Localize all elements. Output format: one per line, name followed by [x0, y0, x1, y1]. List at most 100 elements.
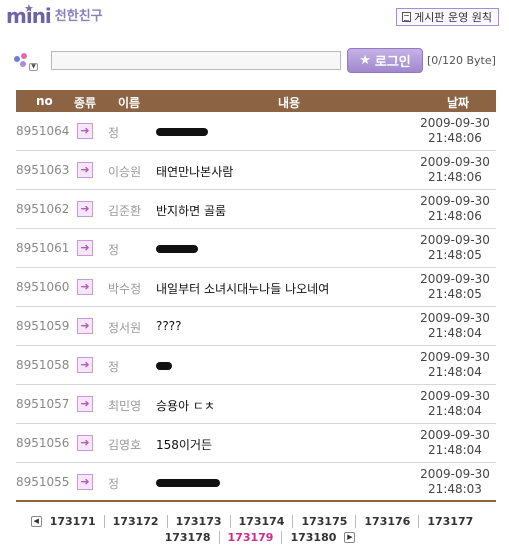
post-content — [156, 241, 198, 255]
post-type-icon[interactable]: ➜ — [77, 435, 93, 451]
author-name[interactable]: 정서원 — [108, 319, 153, 336]
header: ★ mini 천한친구 게시판 운영 원칙 — [0, 0, 509, 36]
col-type-header: 종류 — [74, 96, 97, 110]
post-date: 2009-09-30 — [420, 428, 490, 442]
redacted-text — [156, 478, 220, 487]
message-input[interactable] — [51, 51, 341, 70]
post-date: 2009-09-30 — [420, 389, 490, 403]
table-row[interactable]: 8951057 ➜ 최민영 승용아 ㄷㅊ 2009-09-30 21:48:04 — [16, 385, 496, 424]
document-icon — [402, 12, 412, 22]
page-link[interactable]: 173178 — [157, 531, 219, 544]
prev-arrow-icon[interactable]: ◀ — [30, 515, 42, 527]
post-content: 태연만나본사람 — [156, 163, 233, 180]
emoticon-dot-icon — [14, 56, 20, 62]
board-rules-label: 게시판 운영 원칙 — [414, 11, 492, 24]
page-link[interactable]: 173171 — [42, 515, 104, 528]
table-body: 8951064 ➜ 정 2009-09-30 21:48:06 8951063 ➜ 이승원 태연… — [16, 112, 496, 502]
post-time: 21:48:06 — [428, 170, 482, 184]
post-datetime: 2009-09-30 21:48:06 — [420, 116, 490, 146]
post-number: 8951061 — [16, 241, 70, 255]
post-text: ???? — [156, 319, 182, 333]
table-header: no 종류 이름 내용 날짜 — [16, 90, 496, 112]
page-link[interactable]: 173173 — [166, 514, 230, 528]
table-row[interactable]: 8951056 ➜ 김영호 158이거든 2009-09-30 21:48:04 — [16, 424, 496, 463]
post-type-icon[interactable]: ➜ — [77, 240, 93, 256]
post-date: 2009-09-30 — [420, 116, 490, 130]
author-name[interactable]: 최민영 — [108, 397, 153, 414]
page-link[interactable]: 173177 — [418, 514, 481, 528]
author-name[interactable]: 박수정 — [108, 280, 153, 297]
page-link[interactable]: 173175 — [292, 514, 355, 528]
post-date: 2009-09-30 — [420, 272, 490, 286]
post-text: 태연만나본사람 — [156, 165, 234, 179]
login-button[interactable]: ★ 로그인 — [347, 48, 423, 73]
emoticon-picker[interactable]: ▼ — [12, 51, 42, 73]
author-name[interactable]: 정 — [108, 124, 153, 141]
redacted-text — [156, 361, 172, 370]
table-row[interactable]: 8951062 ➜ 김준환 반지하면 골룸 2009-09-30 21:48:06 — [16, 190, 496, 229]
post-number: 8951055 — [16, 475, 70, 489]
post-text: 승용아 ㄷㅊ — [156, 399, 216, 413]
emoticon-dot-icon — [21, 53, 27, 59]
col-no-header: no — [36, 94, 53, 108]
page-link[interactable]: 173180 — [281, 530, 344, 544]
author-name[interactable]: 이승원 — [108, 163, 153, 180]
post-number: 8951058 — [16, 358, 70, 372]
emoticon-dot-icon — [20, 61, 26, 67]
post-content — [156, 358, 172, 372]
page-link[interactable]: 173174 — [229, 514, 293, 528]
table-row[interactable]: 8951058 ➜ 정 2009-09-30 21:48:04 — [16, 346, 496, 385]
author-name[interactable]: 정 — [108, 475, 153, 492]
post-content: 158이거든 — [156, 436, 212, 453]
author-name[interactable]: 김영호 — [108, 436, 153, 453]
post-number: 8951056 — [16, 436, 70, 450]
page-link[interactable]: 173172 — [103, 514, 167, 528]
post-date: 2009-09-30 — [420, 155, 490, 169]
post-type-icon[interactable]: ➜ — [77, 279, 93, 295]
post-content: 내일부터 소녀시대누나들 나오네여 — [156, 280, 329, 297]
post-datetime: 2009-09-30 21:48:04 — [420, 311, 490, 341]
post-type-icon[interactable]: ➜ — [77, 357, 93, 373]
col-date-header: 날짜 — [447, 96, 470, 110]
board-rules-button[interactable]: 게시판 운영 원칙 — [396, 8, 499, 26]
table-row[interactable]: 8951060 ➜ 박수정 내일부터 소녀시대누나들 나오네여 2009-09-30 21… — [16, 268, 496, 307]
page-link[interactable]: 173179 — [218, 530, 282, 544]
post-text: 반지하면 골룸 — [156, 204, 227, 218]
table-row[interactable]: 8951055 ➜ 정 2009-09-30 21:48:03 — [16, 463, 496, 502]
dropdown-arrow-icon: ▼ — [29, 63, 38, 71]
table-row[interactable]: 8951064 ➜ 정 2009-09-30 21:48:06 — [16, 112, 496, 151]
post-datetime: 2009-09-30 21:48:04 — [420, 350, 490, 380]
post-type-icon[interactable]: ➜ — [77, 123, 93, 139]
post-time: 21:48:05 — [428, 248, 482, 262]
post-type-icon[interactable]: ➜ — [77, 201, 93, 217]
author-name[interactable]: 김준환 — [108, 202, 153, 219]
next-arrow-icon[interactable]: ▶ — [344, 531, 356, 543]
redacted-text — [156, 244, 198, 253]
author-name[interactable]: 정 — [108, 358, 153, 375]
post-date: 2009-09-30 — [420, 233, 490, 247]
table-row[interactable]: 8951059 ➜ 정서원???? 2009-09-30 21:48:04 — [16, 307, 496, 346]
post-number: 8951064 — [16, 124, 70, 138]
post-time: 21:48:04 — [428, 404, 482, 418]
post-type-icon[interactable]: ➜ — [77, 474, 93, 490]
logo[interactable]: ★ mini 천한친구 — [6, 2, 103, 27]
post-datetime: 2009-09-30 21:48:05 — [420, 233, 490, 263]
post-type-icon[interactable]: ➜ — [77, 162, 93, 178]
page-link[interactable]: 173176 — [355, 514, 418, 528]
table-row[interactable]: 8951061 ➜ 정 2009-09-30 21:48:05 — [16, 229, 496, 268]
post-time: 21:48:03 — [428, 482, 482, 496]
redacted-text — [156, 127, 208, 136]
star-icon: ★ — [359, 53, 371, 68]
post-content: 반지하면 골룸 — [156, 202, 226, 219]
author-name[interactable]: 정 — [108, 241, 153, 258]
post-type-icon[interactable]: ➜ — [77, 396, 93, 412]
table-row[interactable]: 8951063 ➜ 이승원 태연만나본사람 2009-09-30 21:48:06 — [16, 151, 496, 190]
pagination-line: ◀ 173171 173172 173173 173174 173175 173176 17… — [16, 513, 496, 529]
post-datetime: 2009-09-30 21:48:06 — [420, 194, 490, 224]
post-number: 8951060 — [16, 280, 70, 294]
login-label: 로그인 — [374, 55, 411, 70]
post-type-icon[interactable]: ➜ — [77, 318, 93, 334]
col-content-header: 내용 — [278, 96, 301, 110]
post-content — [156, 475, 220, 489]
post-time: 21:48:06 — [428, 209, 482, 223]
